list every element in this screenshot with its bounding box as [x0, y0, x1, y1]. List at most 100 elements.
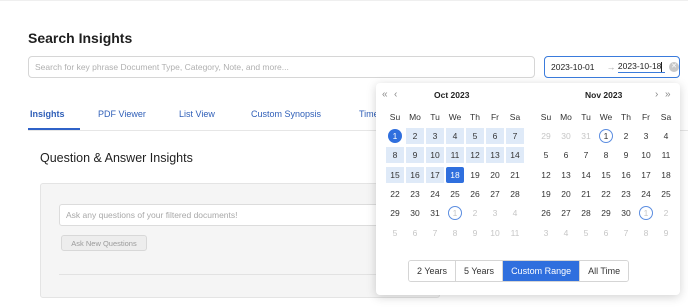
- calendar-day[interactable]: 3: [537, 225, 555, 241]
- calendar-day[interactable]: 29: [537, 128, 555, 144]
- calendar-day[interactable]: 30: [557, 128, 575, 144]
- calendar-day[interactable]: 27: [486, 186, 504, 202]
- calendar-day[interactable]: 10: [486, 225, 504, 241]
- tab-custom-synopsis[interactable]: Custom Synopsis: [251, 109, 321, 119]
- calendar-day[interactable]: 4: [446, 128, 464, 144]
- calendar-day[interactable]: 4: [506, 205, 524, 221]
- calendar-day[interactable]: 25: [446, 186, 464, 202]
- calendar-day[interactable]: 3: [637, 128, 655, 144]
- calendar-day[interactable]: 28: [506, 186, 524, 202]
- calendar-day[interactable]: 2: [406, 128, 424, 144]
- date-range-picker[interactable]: 2023-10-01 → 2023-10-18 ✕: [544, 56, 680, 78]
- ask-new-questions-button[interactable]: Ask New Questions: [61, 235, 147, 251]
- calendar-day[interactable]: 29: [597, 205, 615, 221]
- calendar-day[interactable]: 5: [577, 225, 595, 241]
- tab-list-view[interactable]: List View: [179, 109, 215, 119]
- calendar-day[interactable]: 5: [537, 147, 555, 163]
- calendar-day[interactable]: 21: [577, 186, 595, 202]
- calendar-day[interactable]: 13: [557, 167, 575, 183]
- calendar-day[interactable]: 16: [406, 166, 424, 183]
- calendar-day[interactable]: 9: [617, 147, 635, 163]
- clear-icon[interactable]: ✕: [669, 62, 679, 72]
- calendar-day[interactable]: 25: [657, 186, 675, 202]
- date-start[interactable]: 2023-10-01: [551, 62, 604, 72]
- calendar-day[interactable]: 1: [639, 206, 653, 221]
- calendar-day[interactable]: 7: [617, 225, 635, 241]
- calendar-day[interactable]: 14: [506, 147, 524, 164]
- prev-month-icon[interactable]: ‹: [394, 89, 397, 100]
- calendar-day[interactable]: 3: [486, 205, 504, 221]
- calendar-day[interactable]: 28: [577, 205, 595, 221]
- calendar-day[interactable]: 7: [506, 128, 524, 144]
- calendar-day[interactable]: 31: [577, 128, 595, 144]
- calendar-day[interactable]: 20: [486, 167, 504, 183]
- calendar-day[interactable]: 26: [537, 205, 555, 221]
- calendar-day[interactable]: 6: [597, 225, 615, 241]
- calendar-day[interactable]: 17: [426, 166, 444, 183]
- preset-custom-range[interactable]: Custom Range: [503, 261, 581, 281]
- calendar-day[interactable]: 18: [446, 166, 464, 183]
- calendar-day[interactable]: 8: [386, 147, 404, 164]
- calendar-day[interactable]: 30: [406, 205, 424, 221]
- calendar-day[interactable]: 9: [657, 225, 675, 241]
- calendar-day[interactable]: 19: [466, 167, 484, 183]
- calendar-day[interactable]: 15: [597, 167, 615, 183]
- calendar-day[interactable]: 10: [637, 147, 655, 163]
- calendar-day[interactable]: 16: [617, 167, 635, 183]
- calendar-day[interactable]: 9: [466, 225, 484, 241]
- calendar-day[interactable]: 14: [577, 167, 595, 183]
- calendar-day[interactable]: 6: [557, 147, 575, 163]
- calendar-day[interactable]: 23: [617, 186, 635, 202]
- calendar-day[interactable]: 20: [557, 186, 575, 202]
- calendar-day[interactable]: 26: [466, 186, 484, 202]
- date-end[interactable]: 2023-10-18: [617, 61, 666, 73]
- calendar-day[interactable]: 5: [466, 128, 484, 144]
- calendar-day[interactable]: 12: [466, 147, 484, 164]
- calendar-day[interactable]: 5: [386, 225, 404, 241]
- calendar-day[interactable]: 29: [386, 205, 404, 221]
- calendar-day[interactable]: 11: [657, 147, 675, 163]
- calendar-day[interactable]: 11: [506, 225, 524, 241]
- calendar-day[interactable]: 8: [597, 147, 615, 163]
- calendar-day[interactable]: 9: [406, 147, 424, 164]
- calendar-day[interactable]: 1: [448, 206, 462, 221]
- calendar-day[interactable]: 2: [657, 205, 675, 221]
- calendar-day[interactable]: 2: [617, 128, 635, 144]
- search-input[interactable]: [28, 56, 535, 78]
- calendar-day[interactable]: 4: [557, 225, 575, 241]
- calendar-day[interactable]: 11: [446, 147, 464, 164]
- calendar-day[interactable]: 30: [617, 205, 635, 221]
- next-year-icon[interactable]: »: [665, 89, 671, 100]
- calendar-day[interactable]: 2: [466, 205, 484, 221]
- calendar-day[interactable]: 1: [388, 129, 402, 143]
- calendar-day[interactable]: 12: [537, 167, 555, 183]
- calendar-day[interactable]: 31: [426, 205, 444, 221]
- calendar-day[interactable]: 8: [446, 225, 464, 241]
- preset-5-years[interactable]: 5 Years: [456, 261, 504, 281]
- calendar-day[interactable]: 17: [637, 167, 655, 183]
- calendar-day[interactable]: 15: [386, 166, 404, 183]
- tab-pdf-viewer[interactable]: PDF Viewer: [98, 109, 146, 119]
- calendar-day[interactable]: 7: [577, 147, 595, 163]
- tab-insights[interactable]: Insights: [30, 109, 65, 119]
- prev-year-icon[interactable]: «: [382, 89, 388, 100]
- calendar-day[interactable]: 3: [426, 128, 444, 144]
- calendar-day[interactable]: 27: [557, 205, 575, 221]
- next-month-icon[interactable]: ›: [655, 89, 658, 100]
- calendar-day[interactable]: 22: [386, 186, 404, 202]
- calendar-day[interactable]: 6: [486, 128, 504, 144]
- calendar-day[interactable]: 7: [426, 225, 444, 241]
- calendar-day[interactable]: 24: [637, 186, 655, 202]
- calendar-day[interactable]: 4: [657, 128, 675, 144]
- calendar-day[interactable]: 24: [426, 186, 444, 202]
- preset-2-years[interactable]: 2 Years: [409, 261, 457, 281]
- calendar-day[interactable]: 23: [406, 186, 424, 202]
- question-input[interactable]: [59, 204, 389, 226]
- calendar-day[interactable]: 22: [597, 186, 615, 202]
- calendar-day[interactable]: 10: [426, 147, 444, 164]
- calendar-day[interactable]: 19: [537, 186, 555, 202]
- calendar-day[interactable]: 1: [599, 129, 613, 143]
- preset-all-time[interactable]: All Time: [580, 261, 629, 281]
- calendar-day[interactable]: 13: [486, 147, 504, 164]
- calendar-day[interactable]: 8: [637, 225, 655, 241]
